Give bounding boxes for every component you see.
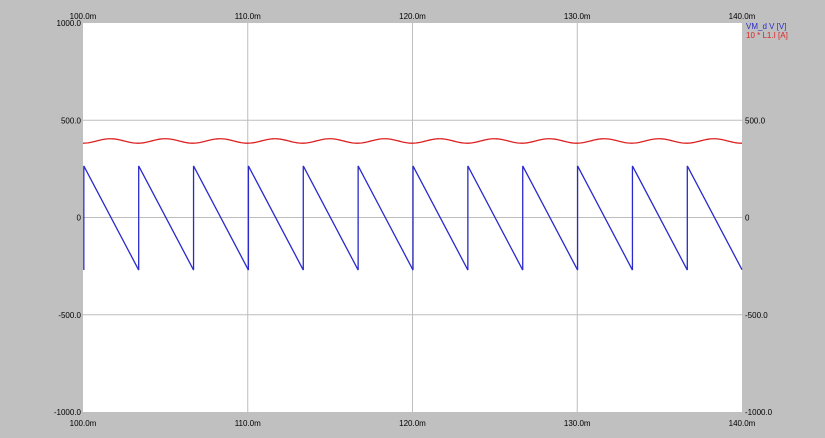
x-tick-bottom-2: 120.0m bbox=[399, 419, 426, 428]
x-tick-top-3: 130.0m bbox=[564, 12, 591, 21]
waveform-chart: 100.0m100.0m110.0m110.0m120.0m120.0m130.… bbox=[54, 12, 788, 428]
y-tick-right-1: 500.0 bbox=[745, 116, 766, 125]
x-tick-top-2: 120.0m bbox=[399, 12, 426, 21]
y-tick-left-4: -1000.0 bbox=[54, 408, 82, 417]
x-tick-bottom-0: 100.0m bbox=[70, 419, 97, 428]
legend: VM_d V [V]10 * L1.I [A] bbox=[746, 22, 788, 40]
x-tick-bottom-3: 130.0m bbox=[564, 419, 591, 428]
y-tick-right-2: 0 bbox=[745, 214, 750, 223]
y-tick-right-3: -500.0 bbox=[745, 311, 768, 320]
y-tick-right-4: -1000.0 bbox=[745, 408, 773, 417]
y-tick-left-1: 500.0 bbox=[61, 116, 82, 125]
x-tick-bottom-1: 110.0m bbox=[235, 419, 261, 428]
y-tick-left-2: 0 bbox=[77, 214, 82, 223]
legend-entry-0: VM_d V [V] bbox=[746, 22, 786, 31]
y-tick-left-3: -500.0 bbox=[58, 311, 81, 320]
x-tick-bottom-4: 140.0m bbox=[729, 419, 756, 428]
y-tick-left-0: 1000.0 bbox=[57, 19, 82, 28]
legend-entry-1: 10 * L1.I [A] bbox=[746, 31, 788, 40]
x-tick-top-4: 140.0m bbox=[729, 12, 756, 21]
x-tick-top-1: 110.0m bbox=[235, 12, 261, 21]
